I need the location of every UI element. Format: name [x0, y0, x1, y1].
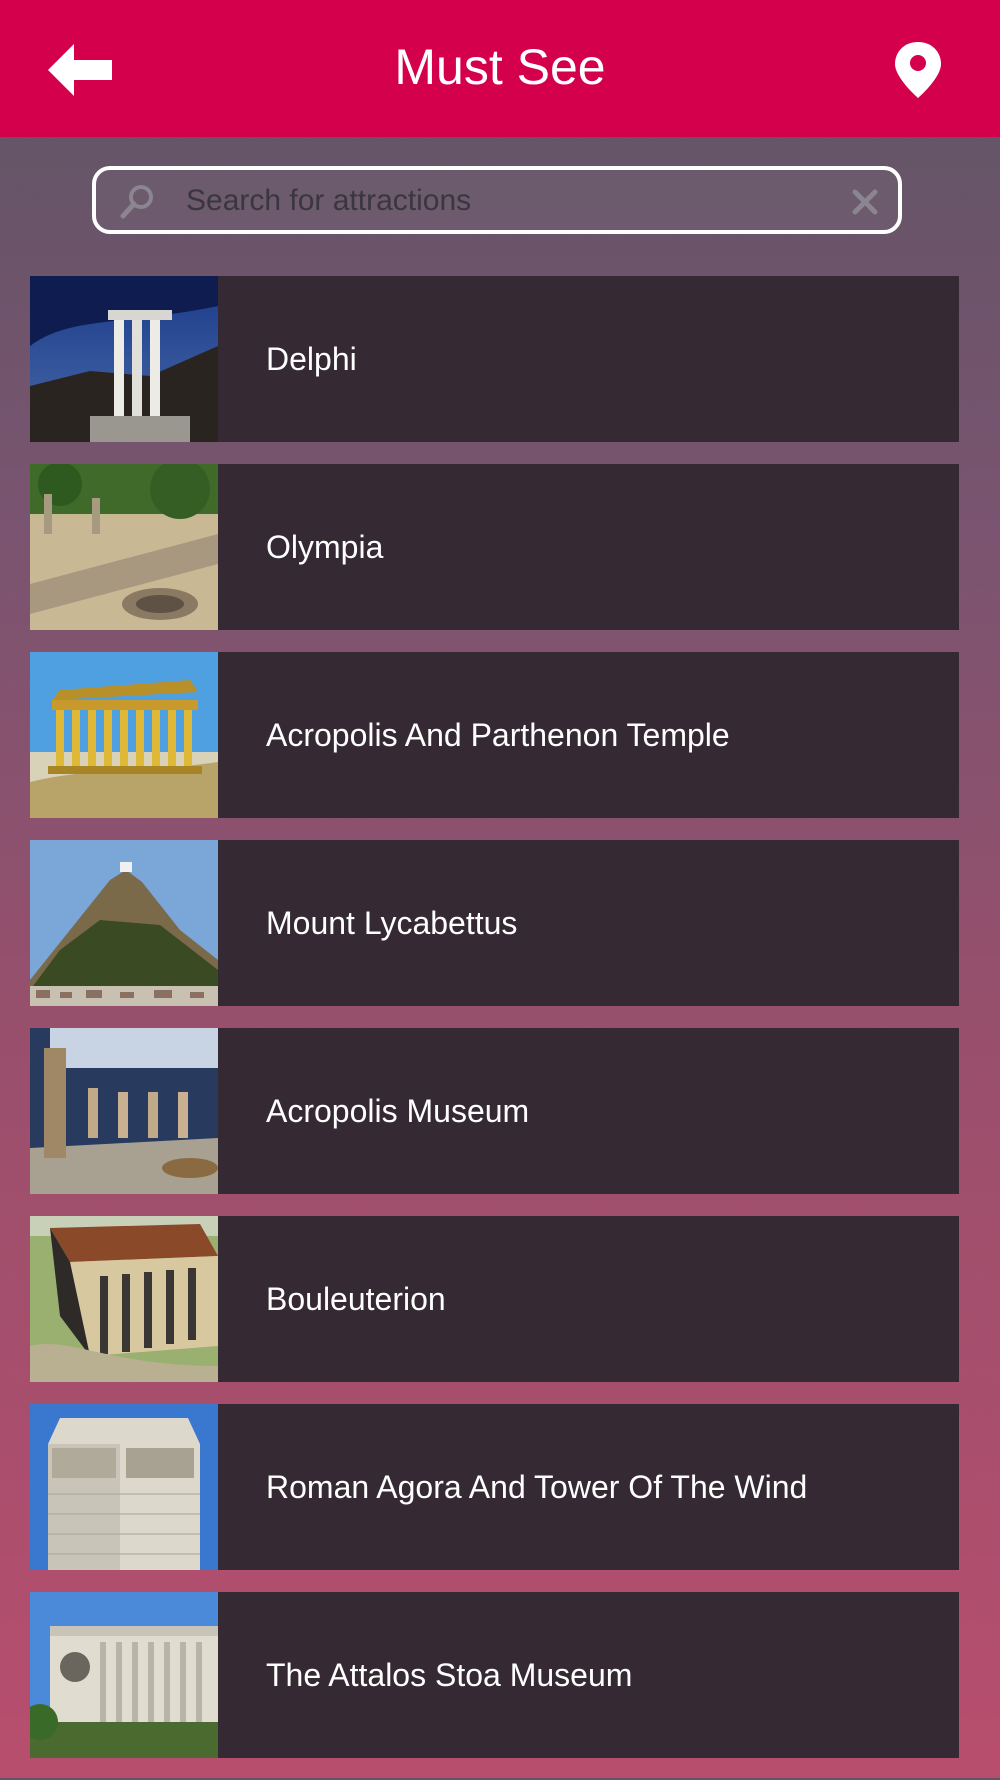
attraction-list: Delphi Olympia Acropolis And Parthenon T… — [30, 276, 959, 1780]
map-pin-icon — [895, 42, 941, 98]
search-bar — [92, 166, 902, 234]
attraction-name: Mount Lycabettus — [266, 905, 518, 941]
museum-thumbnail — [30, 1028, 218, 1194]
list-item-mount-lycabettus[interactable]: Mount Lycabettus — [30, 840, 959, 1006]
location-button[interactable] — [890, 40, 946, 100]
list-item-attalos-stoa[interactable]: The Attalos Stoa Museum — [30, 1592, 959, 1758]
page-title: Must See — [394, 39, 606, 95]
list-item-roman-agora[interactable]: Roman Agora And Tower Of The Wind — [30, 1404, 959, 1570]
top-bar: Must See — [0, 0, 1000, 137]
attraction-name: Acropolis Museum — [266, 1093, 530, 1129]
list-item-bouleuterion[interactable]: Bouleuterion — [30, 1216, 959, 1382]
magnifier-icon — [120, 185, 153, 219]
tower-of-winds-thumbnail — [30, 1404, 218, 1570]
parthenon-thumbnail — [30, 652, 218, 818]
bouleuterion-thumbnail — [30, 1216, 218, 1382]
attraction-name: The Attalos Stoa Museum — [266, 1657, 633, 1693]
attraction-name: Acropolis And Parthenon Temple — [266, 717, 730, 753]
lycabettus-thumbnail — [30, 840, 218, 1006]
list-item-olympia[interactable]: Olympia — [30, 464, 959, 630]
attraction-name: Roman Agora And Tower Of The Wind — [266, 1469, 808, 1505]
delphi-thumbnail — [30, 276, 218, 442]
close-icon[interactable] — [848, 185, 882, 219]
list-item-delphi[interactable]: Delphi — [30, 276, 959, 442]
attraction-name: Delphi — [266, 341, 357, 377]
list-item-acropolis-museum[interactable]: Acropolis Museum — [30, 1028, 959, 1194]
attraction-name: Bouleuterion — [266, 1281, 446, 1317]
attraction-name: Olympia — [266, 529, 384, 565]
list-item-acropolis-parthenon[interactable]: Acropolis And Parthenon Temple — [30, 652, 959, 818]
olympia-thumbnail — [30, 464, 218, 630]
stoa-thumbnail — [30, 1592, 218, 1758]
search-input[interactable] — [184, 178, 828, 224]
